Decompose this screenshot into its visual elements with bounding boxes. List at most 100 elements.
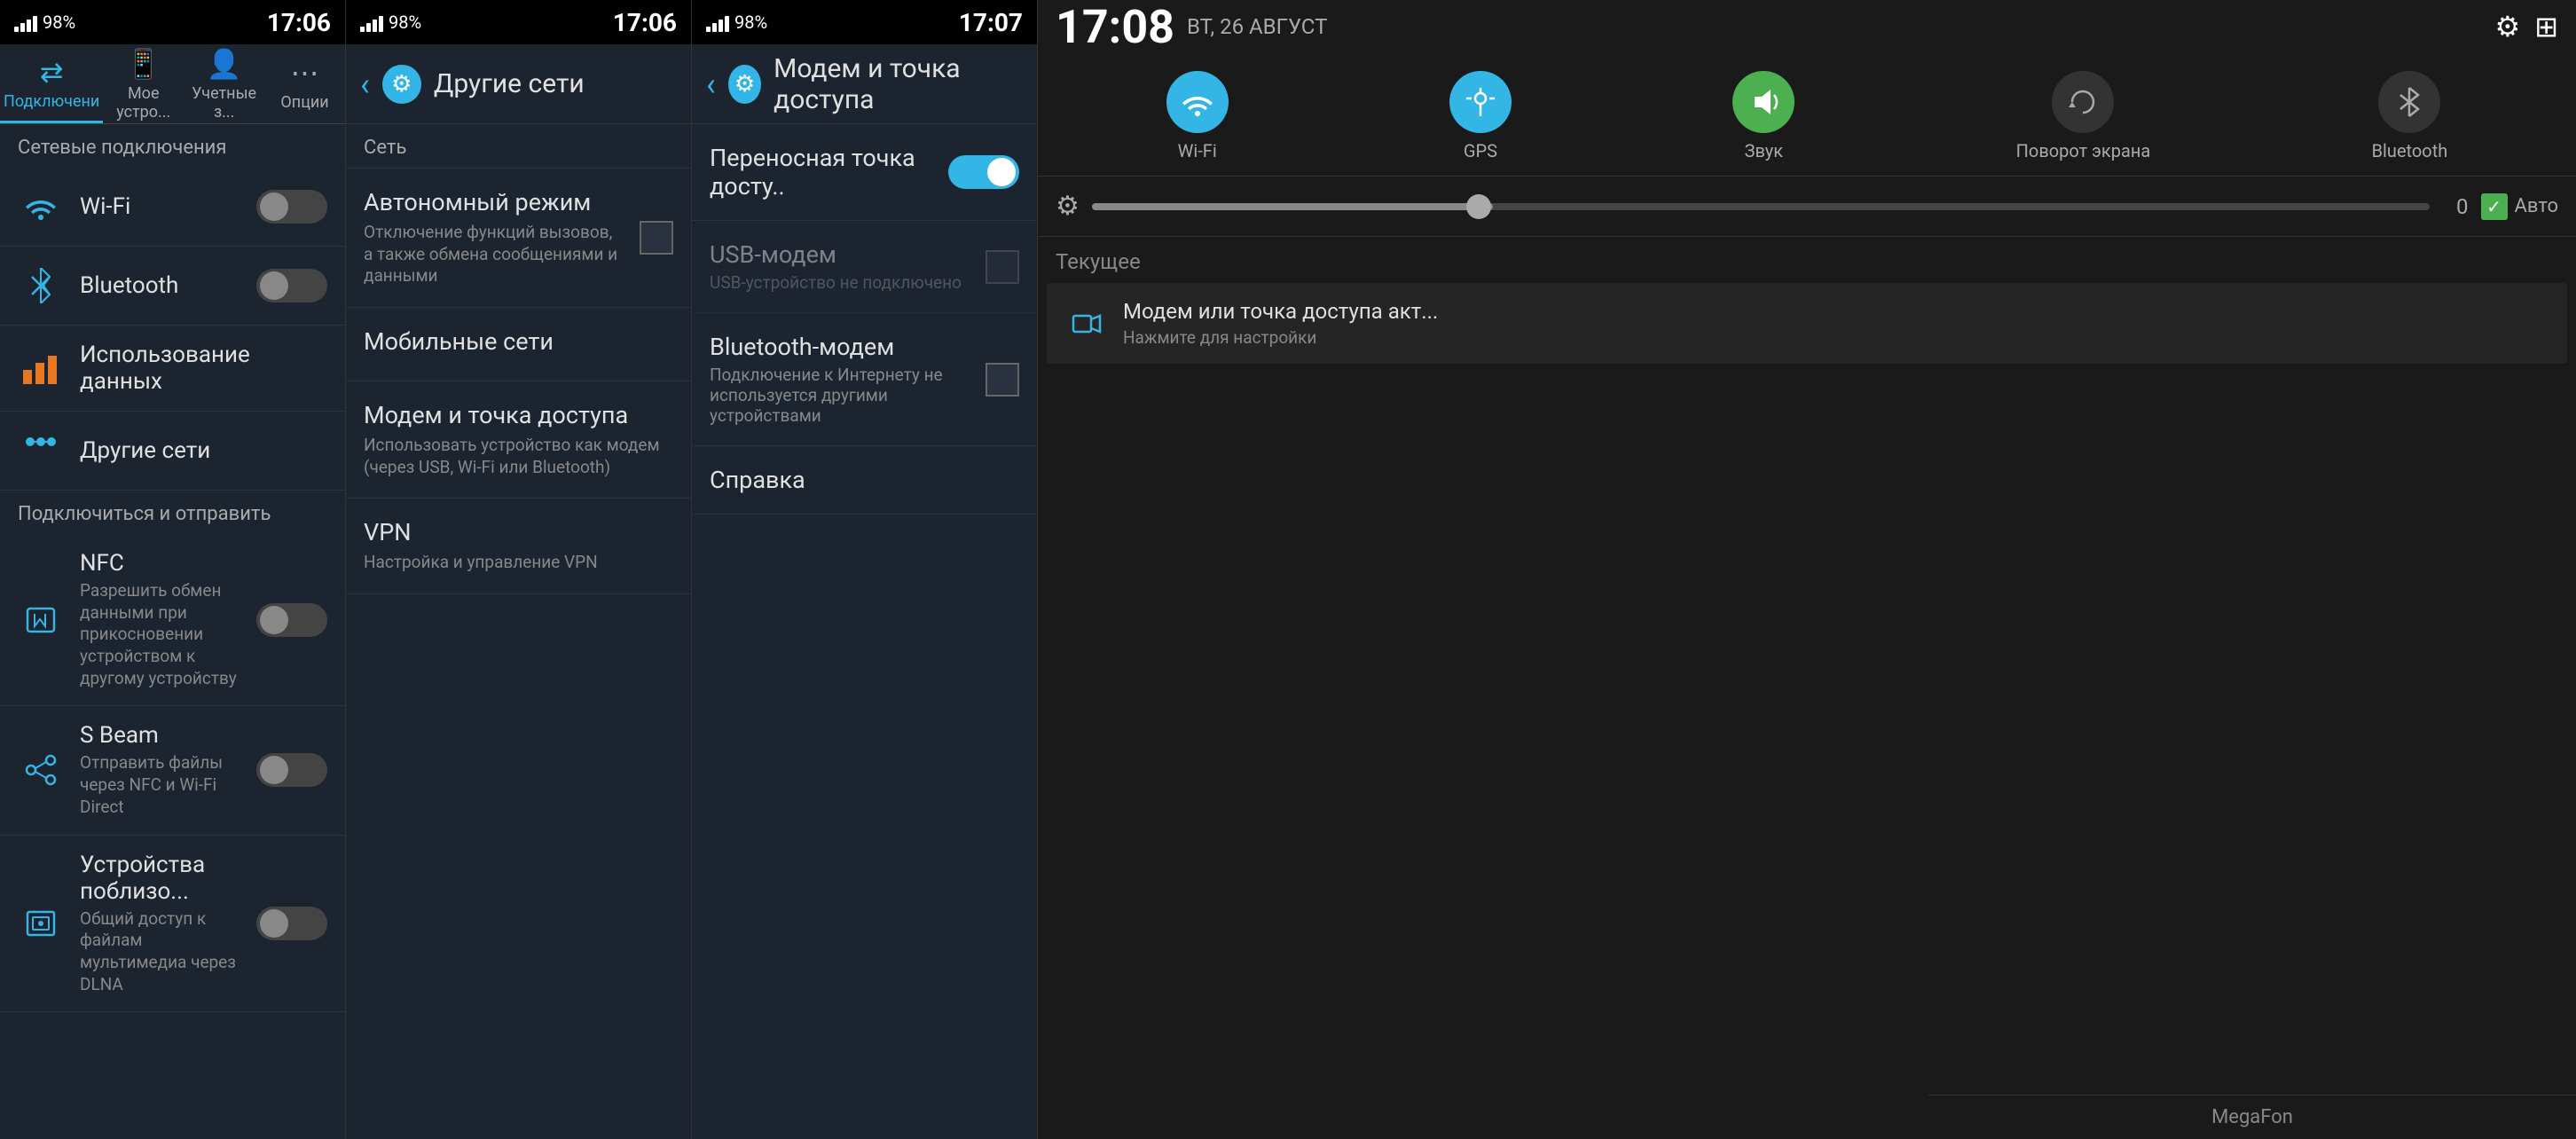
list-item-vpn[interactable]: VPN Настройка и управление VPN [346, 499, 691, 594]
other-networks-icon [18, 428, 64, 474]
menu-item-nfc[interactable]: NFC Разрешить обмен данными при прикосно… [0, 534, 345, 706]
status-bar-1: 98% 17:06 [0, 0, 345, 44]
settings-icon-3: ⚙ [728, 65, 761, 104]
sbeam-text: S Beam Отправить файлы через NFC и Wi-Fi… [80, 722, 240, 818]
wifi-icon [18, 184, 64, 230]
status-bar-left: 98% [14, 12, 260, 33]
nearby-desc: Общий доступ к файлам мультимедиа через … [80, 908, 240, 996]
help-item[interactable]: Справка [692, 446, 1037, 515]
bt-modem-checkbox[interactable] [986, 363, 1019, 397]
panel-quick-settings: 17:08 ВТ, 26 АВГУСТ ⚙ ⊞ Wi-Fi [1038, 0, 2576, 1139]
status-date: ВТ, 26 АВГУСТ [1187, 14, 2483, 39]
settings-gear-icon[interactable]: ⚙ [2495, 10, 2521, 43]
tab-mydevice[interactable]: 📱 Мое устро... [103, 44, 184, 123]
accounts-icon: 👤 [207, 47, 242, 81]
bt-modem-desc: Подключение к Интернету не используется … [710, 365, 971, 426]
connections-icon: ⇄ [40, 55, 64, 89]
sbeam-title: S Beam [80, 722, 240, 749]
usb-modem-checkbox[interactable] [986, 250, 1019, 284]
options-icon: ⋯ [291, 56, 319, 90]
menu-item-wifi[interactable]: Wi-Fi [0, 168, 345, 247]
auto-brightness-check[interactable]: ✓ Авто [2481, 193, 2558, 220]
signal-icon-2 [360, 12, 383, 32]
panel-tethering: 98% 17:07 ‹ ⚙ Модем и точка доступа Пере… [692, 0, 1038, 1139]
battery-indicator: 98% [43, 12, 75, 33]
quick-bluetooth-btn[interactable]: Bluetooth [2372, 71, 2448, 161]
menu-item-nearby[interactable]: Устройства поблизо... Общий доступ к фай… [0, 836, 345, 1013]
list-item-mobile[interactable]: Мобильные сети [346, 308, 691, 381]
section-connect-send: Подключиться и отправить [0, 491, 345, 534]
hotspot-item[interactable]: Переносная точка досту.. [692, 124, 1037, 221]
hotspot-toggle[interactable] [948, 155, 1019, 189]
other-networks-title: Другие сети [80, 437, 327, 464]
menu-item-data-usage[interactable]: Использование данных [0, 326, 345, 412]
sbeam-toggle[interactable] [256, 753, 327, 787]
quick-sound-btn[interactable]: Звук [1732, 71, 1795, 161]
bluetooth-title: Bluetooth [80, 272, 240, 299]
battery-indicator-3: 98% [734, 12, 767, 33]
brightness-slider[interactable] [1092, 203, 2430, 210]
page-title-3: Модем и точка доступа [774, 53, 1023, 115]
quick-rotate-icon [2052, 71, 2114, 133]
back-button-3[interactable]: ‹ [706, 66, 716, 103]
brightness-knob [1466, 194, 1491, 219]
menu-item-bluetooth[interactable]: Bluetooth [0, 247, 345, 326]
list-item-tethering[interactable]: Модем и точка доступа Использовать устро… [346, 381, 691, 499]
nav-header-3: ‹ ⚙ Модем и точка доступа [692, 44, 1037, 124]
nfc-toggle[interactable] [256, 603, 327, 637]
brightness-row: ⚙ 0 ✓ Авто [1038, 177, 2576, 237]
notif-icon [1064, 302, 1109, 346]
notification-item[interactable]: Модем или точка доступа акт... Нажмите д… [1047, 283, 2567, 364]
nfc-toggle-knob [260, 606, 288, 634]
nearby-toggle[interactable] [256, 907, 327, 940]
airplane-checkbox[interactable] [640, 221, 673, 255]
quick-rotate-btn[interactable]: Поворот экрана [2016, 71, 2151, 161]
help-text: Справка [710, 466, 1019, 494]
list-item-airplane[interactable]: Автономный режим Отключение функций вызо… [346, 169, 691, 308]
usb-modem-item[interactable]: USB-модем USB-устройство не подключено [692, 221, 1037, 313]
tab-accounts-label: Учетные з... [187, 84, 261, 122]
bluetooth-toggle[interactable] [256, 269, 327, 302]
data-usage-icon [18, 345, 64, 391]
grid-icon[interactable]: ⊞ [2534, 10, 2558, 43]
status-bar-3: 98% 17:07 [692, 0, 1037, 44]
nfc-icon [18, 597, 64, 643]
wifi-title: Wi-Fi [80, 193, 240, 220]
other-networks-text: Другие сети [80, 437, 327, 464]
airplane-title: Автономный режим [364, 188, 625, 216]
status-bar-2-left: 98% [360, 12, 606, 33]
signal-icon-3 [706, 12, 729, 32]
tab-options-label: Опции [280, 93, 328, 112]
notif-desc: Нажмите для настройки [1123, 327, 2549, 348]
tab-accounts[interactable]: 👤 Учетные з... [184, 44, 264, 123]
tab-connections[interactable]: ⇄ Подключени [0, 44, 103, 123]
bt-modem-item[interactable]: Bluetooth-модем Подключение к Интернету … [692, 313, 1037, 446]
menu-item-other-networks[interactable]: Другие сети [0, 412, 345, 491]
wifi-toggle[interactable] [256, 190, 327, 224]
settings-icon-2: ⚙ [382, 65, 421, 104]
usb-modem-title: USB-модем [710, 240, 971, 269]
menu-item-sbeam[interactable]: S Beam Отправить файлы через NFC и Wi-Fi… [0, 706, 345, 835]
quick-wifi-icon [1166, 71, 1229, 133]
sbeam-toggle-knob [260, 756, 288, 784]
quick-wifi-btn[interactable]: Wi-Fi [1166, 71, 1229, 161]
nfc-text: NFC Разрешить обмен данными при прикосно… [80, 550, 240, 689]
back-button-2[interactable]: ‹ [360, 66, 370, 103]
wifi-toggle-knob [260, 192, 288, 221]
tethering-desc: Использовать устройство как модем (через… [364, 435, 673, 478]
help-title: Справка [710, 466, 1019, 494]
bt-modem-title: Bluetooth-модем [710, 333, 971, 361]
hotspot-text: Переносная точка досту.. [710, 144, 934, 200]
quick-rotate-label: Поворот экрана [2016, 140, 2151, 161]
quick-settings-row: Wi-Fi GPS Звук [1038, 53, 2576, 177]
auto-label: Авто [2515, 195, 2558, 217]
footer-carrier: MegaFon [1928, 1095, 2576, 1139]
settings-tabs: ⇄ Подключени 📱 Мое устро... 👤 Учетные з.… [0, 44, 345, 124]
tab-options[interactable]: ⋯ Опции [264, 44, 345, 123]
quick-gps-icon [1449, 71, 1512, 133]
hotspot-toggle-knob [987, 158, 1016, 186]
tab-mydevice-label: Мое устро... [106, 84, 180, 122]
quick-gps-btn[interactable]: GPS [1449, 71, 1512, 161]
status-bar-2: 98% 17:06 [346, 0, 691, 44]
usb-modem-desc: USB-устройство не подключено [710, 272, 971, 293]
